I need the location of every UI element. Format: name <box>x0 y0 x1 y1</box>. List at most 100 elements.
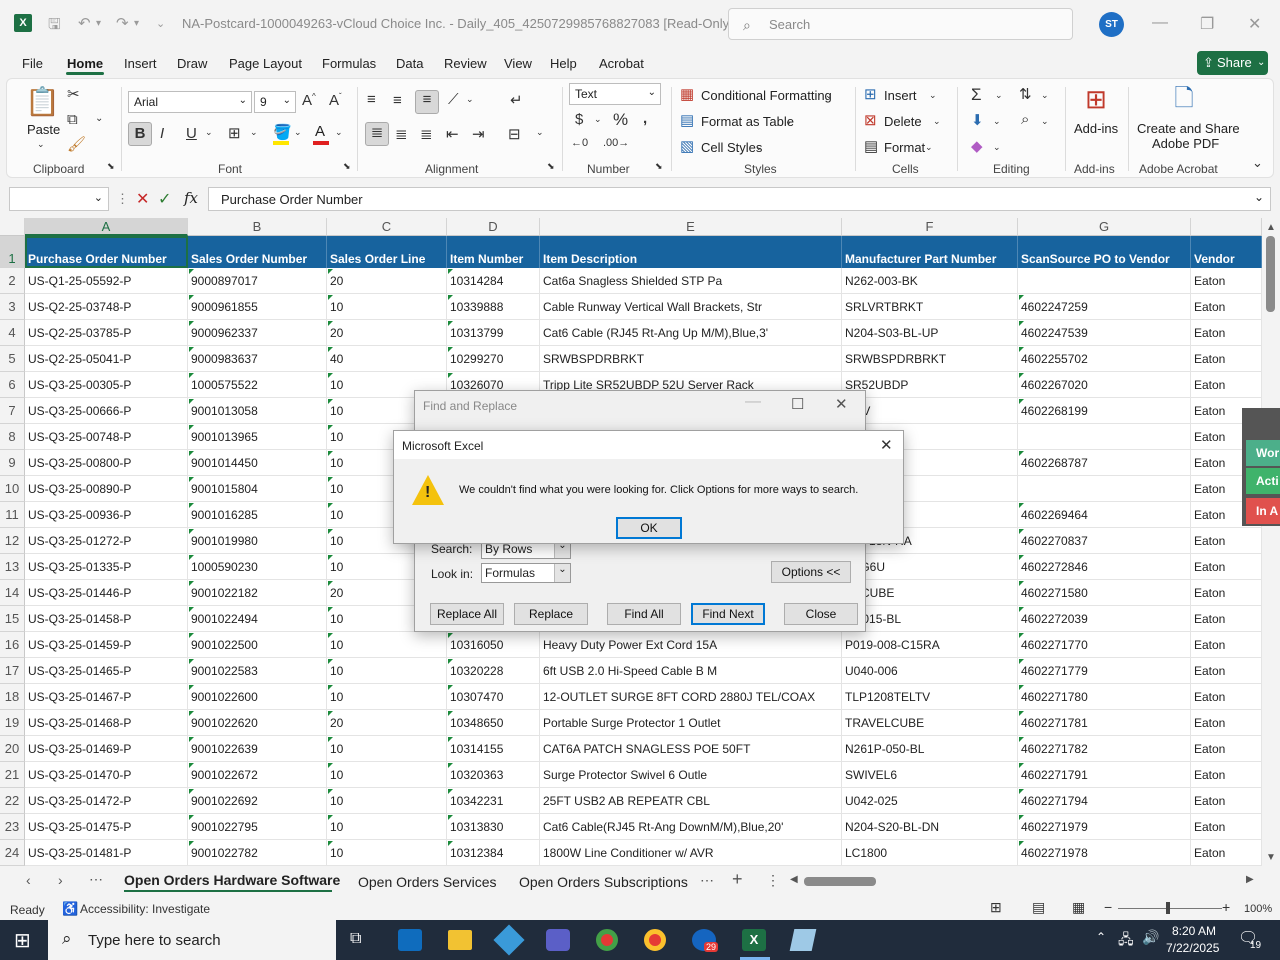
menu-home[interactable]: Home <box>67 56 103 71</box>
format-cells-button[interactable]: Format <box>884 140 925 155</box>
row-header[interactable]: 19 <box>0 710 25 736</box>
cancel-entry-icon[interactable]: ✕ <box>136 189 149 209</box>
table-cell[interactable]: N204-S03-BL-UP <box>842 320 1018 346</box>
more-icon[interactable]: ⋮ <box>116 191 129 207</box>
menu-data[interactable]: Data <box>396 56 423 71</box>
find-all-button[interactable]: Find All <box>607 603 681 625</box>
paste-icon[interactable]: 📋 <box>25 85 60 121</box>
table-cell[interactable]: 10313799 <box>447 320 540 346</box>
align-right-icon[interactable]: ≣ <box>420 125 433 143</box>
table-cell[interactable]: 4602271781 <box>1018 710 1191 736</box>
table-cell[interactable]: 4602271794 <box>1018 788 1191 814</box>
increase-indent-icon[interactable]: ⇥ <box>472 125 485 143</box>
table-cell[interactable]: Eaton <box>1191 294 1262 320</box>
table-cell[interactable]: LC1800 <box>842 840 1018 866</box>
close-button[interactable]: Close <box>784 603 858 625</box>
fill-color-dropdown-icon[interactable]: ⌄ <box>294 127 302 138</box>
cut-icon[interactable]: ✂ <box>67 85 80 103</box>
column-header[interactable]: D <box>447 218 540 236</box>
clear-dropdown-icon[interactable]: ⌄ <box>993 142 1001 153</box>
task-view-icon[interactable]: ⧉ <box>350 930 361 948</box>
teams-icon[interactable] <box>546 929 570 951</box>
format-as-table-button[interactable]: Format as Table <box>701 114 794 129</box>
zoom-slider-thumb[interactable] <box>1166 902 1170 914</box>
zoom-slider[interactable] <box>1118 908 1222 909</box>
table-cell[interactable]: 10348650 <box>447 710 540 736</box>
cell-styles-button[interactable]: Cell Styles <box>701 140 762 155</box>
italic-icon[interactable]: I <box>160 125 164 142</box>
header-cell[interactable]: Purchase Order Number <box>25 236 188 268</box>
table-cell[interactable]: Cable Runway Vertical Wall Brackets, Str <box>540 294 842 320</box>
increase-font-size-icon[interactable]: A^ <box>302 92 316 109</box>
table-cell[interactable]: Eaton <box>1191 814 1262 840</box>
merge-center-icon[interactable]: ⊟ <box>508 125 521 143</box>
options-button[interactable]: Options << <box>771 561 851 583</box>
next-sheet-icon[interactable]: › <box>58 872 63 888</box>
row-header[interactable]: 23 <box>0 814 25 840</box>
table-cell[interactable]: 4602255702 <box>1018 346 1191 372</box>
table-cell[interactable]: 10316050 <box>447 632 540 658</box>
table-cell[interactable]: US-Q3-25-00800-P <box>25 450 188 476</box>
table-cell[interactable]: Eaton <box>1191 762 1262 788</box>
collapse-ribbon-icon[interactable]: ⌄ <box>1252 155 1263 171</box>
bold-icon[interactable]: B <box>128 122 152 146</box>
align-middle-icon[interactable]: ≡ <box>393 92 402 109</box>
row-header[interactable]: 15 <box>0 606 25 632</box>
menu-review[interactable]: Review <box>444 56 487 71</box>
row-header[interactable]: 8 <box>0 424 25 450</box>
sort-filter-dropdown-icon[interactable]: ⌄ <box>1041 90 1049 101</box>
row-header[interactable]: 1 <box>0 236 25 268</box>
fill-color-icon[interactable]: 🪣 <box>273 123 292 141</box>
table-cell[interactable]: 4602247259 <box>1018 294 1191 320</box>
table-cell[interactable]: Eaton <box>1191 528 1262 554</box>
table-cell[interactable]: US-Q3-25-00748-P <box>25 424 188 450</box>
avatar[interactable]: ST <box>1099 12 1124 37</box>
table-cell[interactable]: US-Q3-25-00666-P <box>25 398 188 424</box>
chevron-down-icon[interactable]: ⌄ <box>933 116 941 127</box>
table-cell[interactable]: Eaton <box>1191 372 1262 398</box>
header-cell[interactable]: Sales Order Number <box>188 236 327 268</box>
table-cell[interactable]: US-Q3-25-01458-P <box>25 606 188 632</box>
chevron-down-icon[interactable]: ⌄ <box>929 90 937 101</box>
table-cell[interactable]: 6ft USB 2.0 Hi-Speed Cable B M <box>540 658 842 684</box>
borders-icon[interactable]: ⊞ <box>228 124 241 142</box>
font-size-select[interactable]: 9 ⌄ <box>254 91 296 113</box>
clock-date[interactable]: 7/22/2025 <box>1166 941 1219 955</box>
increase-decimal-icon[interactable]: ←0 <box>571 137 588 149</box>
find-select-dropdown-icon[interactable]: ⌄ <box>1041 116 1049 127</box>
horizontal-scroll-thumb[interactable] <box>804 877 876 886</box>
table-cell[interactable]: 4602271779 <box>1018 658 1191 684</box>
table-cell[interactable]: US-Q2-25-03785-P <box>25 320 188 346</box>
table-cell[interactable]: 40 <box>327 346 447 372</box>
chevron-down-icon[interactable]: ⌄ <box>925 142 933 153</box>
chevron-down-icon[interactable]: ⌄ <box>785 116 793 127</box>
table-cell[interactable]: P019-008-C15RA <box>842 632 1018 658</box>
wrap-text-icon[interactable]: ↵ <box>510 91 523 109</box>
table-cell[interactable]: 4602247539 <box>1018 320 1191 346</box>
table-cell[interactable]: 10314284 <box>447 268 540 294</box>
table-cell[interactable]: 20 <box>327 320 447 346</box>
table-cell[interactable]: 9001022494 <box>188 606 327 632</box>
row-header[interactable]: 24 <box>0 840 25 866</box>
table-cell[interactable]: 9000962337 <box>188 320 327 346</box>
side-pill-in[interactable]: In A <box>1246 498 1280 524</box>
table-cell[interactable]: Eaton <box>1191 606 1262 632</box>
alignment-launcher-icon[interactable]: ⬊ <box>547 161 555 172</box>
create-share-pdf-line2[interactable]: Adobe PDF <box>1152 136 1219 151</box>
table-cell[interactable]: 10314155 <box>447 736 540 762</box>
table-cell[interactable]: Cat6 Cable (RJ45 Rt-Ang Up M/M),Blue,3' <box>540 320 842 346</box>
app-diamond-icon[interactable] <box>493 924 525 956</box>
table-cell[interactable]: 9001022500 <box>188 632 327 658</box>
table-cell[interactable]: Eaton <box>1191 710 1262 736</box>
font-color-icon[interactable]: A <box>315 123 325 140</box>
minimize-icon[interactable]: — <box>745 393 761 411</box>
header-cell[interactable]: Item Number <box>447 236 540 268</box>
replace-button[interactable]: Replace <box>514 603 588 625</box>
table-cell[interactable]: 9001022782 <box>188 840 327 866</box>
row-header[interactable]: 18 <box>0 684 25 710</box>
table-cell[interactable]: CAT6A PATCH SNAGLESS POE 50FT <box>540 736 842 762</box>
orientation-dropdown-icon[interactable]: ⌄ <box>466 94 474 105</box>
table-cell[interactable]: 9000961855 <box>188 294 327 320</box>
table-cell[interactable]: 10320228 <box>447 658 540 684</box>
table-cell[interactable]: 1000590230 <box>188 554 327 580</box>
